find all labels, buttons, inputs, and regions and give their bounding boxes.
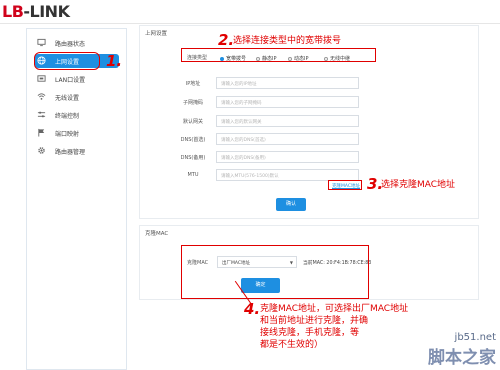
annotation-note: 和当前地址进行克隆，并确 xyxy=(260,316,369,326)
sidebar-item-wireless[interactable]: 无线设置 xyxy=(35,90,119,104)
subnet-mask-input[interactable]: 请输入您的子网掩码 xyxy=(216,96,359,108)
top-bar: LB-LINK xyxy=(0,0,500,24)
flag-icon xyxy=(38,128,45,137)
sidebar-item-label: 路由器状态 xyxy=(55,41,86,48)
sidebar-item-label: 无线设置 xyxy=(55,95,80,102)
mtu-label: MTU xyxy=(187,172,199,178)
sidebar-item-terminal-control[interactable]: 终端控制 xyxy=(35,108,119,122)
panel-title: 克隆MAC xyxy=(145,231,169,237)
annotation-number: 1. xyxy=(106,52,123,70)
site-watermark: jb51.net 脚本之家 xyxy=(428,332,496,368)
lb-link-logo: LB-LINK xyxy=(2,2,70,21)
annotation-note: 选择克隆MAC地址 xyxy=(381,180,456,190)
panel-title: 上网设置 xyxy=(145,31,168,37)
watermark-cn: 脚本之家 xyxy=(428,348,496,368)
annotation-note: 选择连接类型中的宽带拨号 xyxy=(233,36,342,46)
annotation-note: 都是不生效的） xyxy=(260,340,324,350)
subnet-mask-label: 子网掩码 xyxy=(182,100,203,106)
sidebar-item-port-mapping[interactable]: 端口映射 xyxy=(35,126,119,140)
sidebar-item-label: LAN口设置 xyxy=(55,77,86,84)
annotation-box-conn-type xyxy=(181,48,376,62)
watermark-site: jb51.net xyxy=(454,332,496,343)
default-gateway-input[interactable]: 请输入您的默认网关 xyxy=(216,115,359,127)
dns-primary-label: DNS(首选) xyxy=(180,137,206,143)
sidebar: 路由器状态 上网设置 LAN口设置 无线设置 终端控制 端口映射 路由器管理 xyxy=(26,28,127,370)
sidebar-item-label: 路由器管理 xyxy=(55,149,86,156)
default-gateway-label: 默认网关 xyxy=(182,119,203,125)
ip-address-label: IP地址 xyxy=(185,81,201,87)
annotation-note: 克隆MAC地址，可选择出厂MAC地址 xyxy=(260,304,409,314)
dns-secondary-label: DNS(备用) xyxy=(180,155,206,161)
dns-secondary-input[interactable]: 请输入您的DNS(备用) xyxy=(216,151,359,163)
annotation-note: 接线克隆，手机克隆，等 xyxy=(260,328,360,338)
sidebar-item-router-status[interactable]: 路由器状态 xyxy=(35,36,119,50)
sidebar-item-lan[interactable]: LAN口设置 xyxy=(35,72,119,86)
sliders-icon xyxy=(37,111,46,118)
annotation-box-menu xyxy=(34,52,100,70)
sidebar-item-router-management[interactable]: 路由器管理 xyxy=(35,144,119,158)
confirm-button[interactable]: 确认 xyxy=(276,198,306,211)
annotation-box-clone-link xyxy=(328,180,362,190)
annotation-box-mac-clone xyxy=(181,245,369,299)
lan-icon xyxy=(37,75,46,82)
sidebar-item-label: 终端控制 xyxy=(55,113,80,120)
annotation-number: 2. xyxy=(218,31,235,49)
sidebar-item-label: 端口映射 xyxy=(55,131,80,138)
dns-primary-input[interactable]: 请输入您的DNS(首选) xyxy=(216,133,359,145)
gear-icon xyxy=(38,147,45,154)
monitor-icon xyxy=(37,38,46,47)
ip-address-input[interactable]: 请输入您的IP地址 xyxy=(216,77,359,89)
wifi-icon xyxy=(37,93,46,100)
